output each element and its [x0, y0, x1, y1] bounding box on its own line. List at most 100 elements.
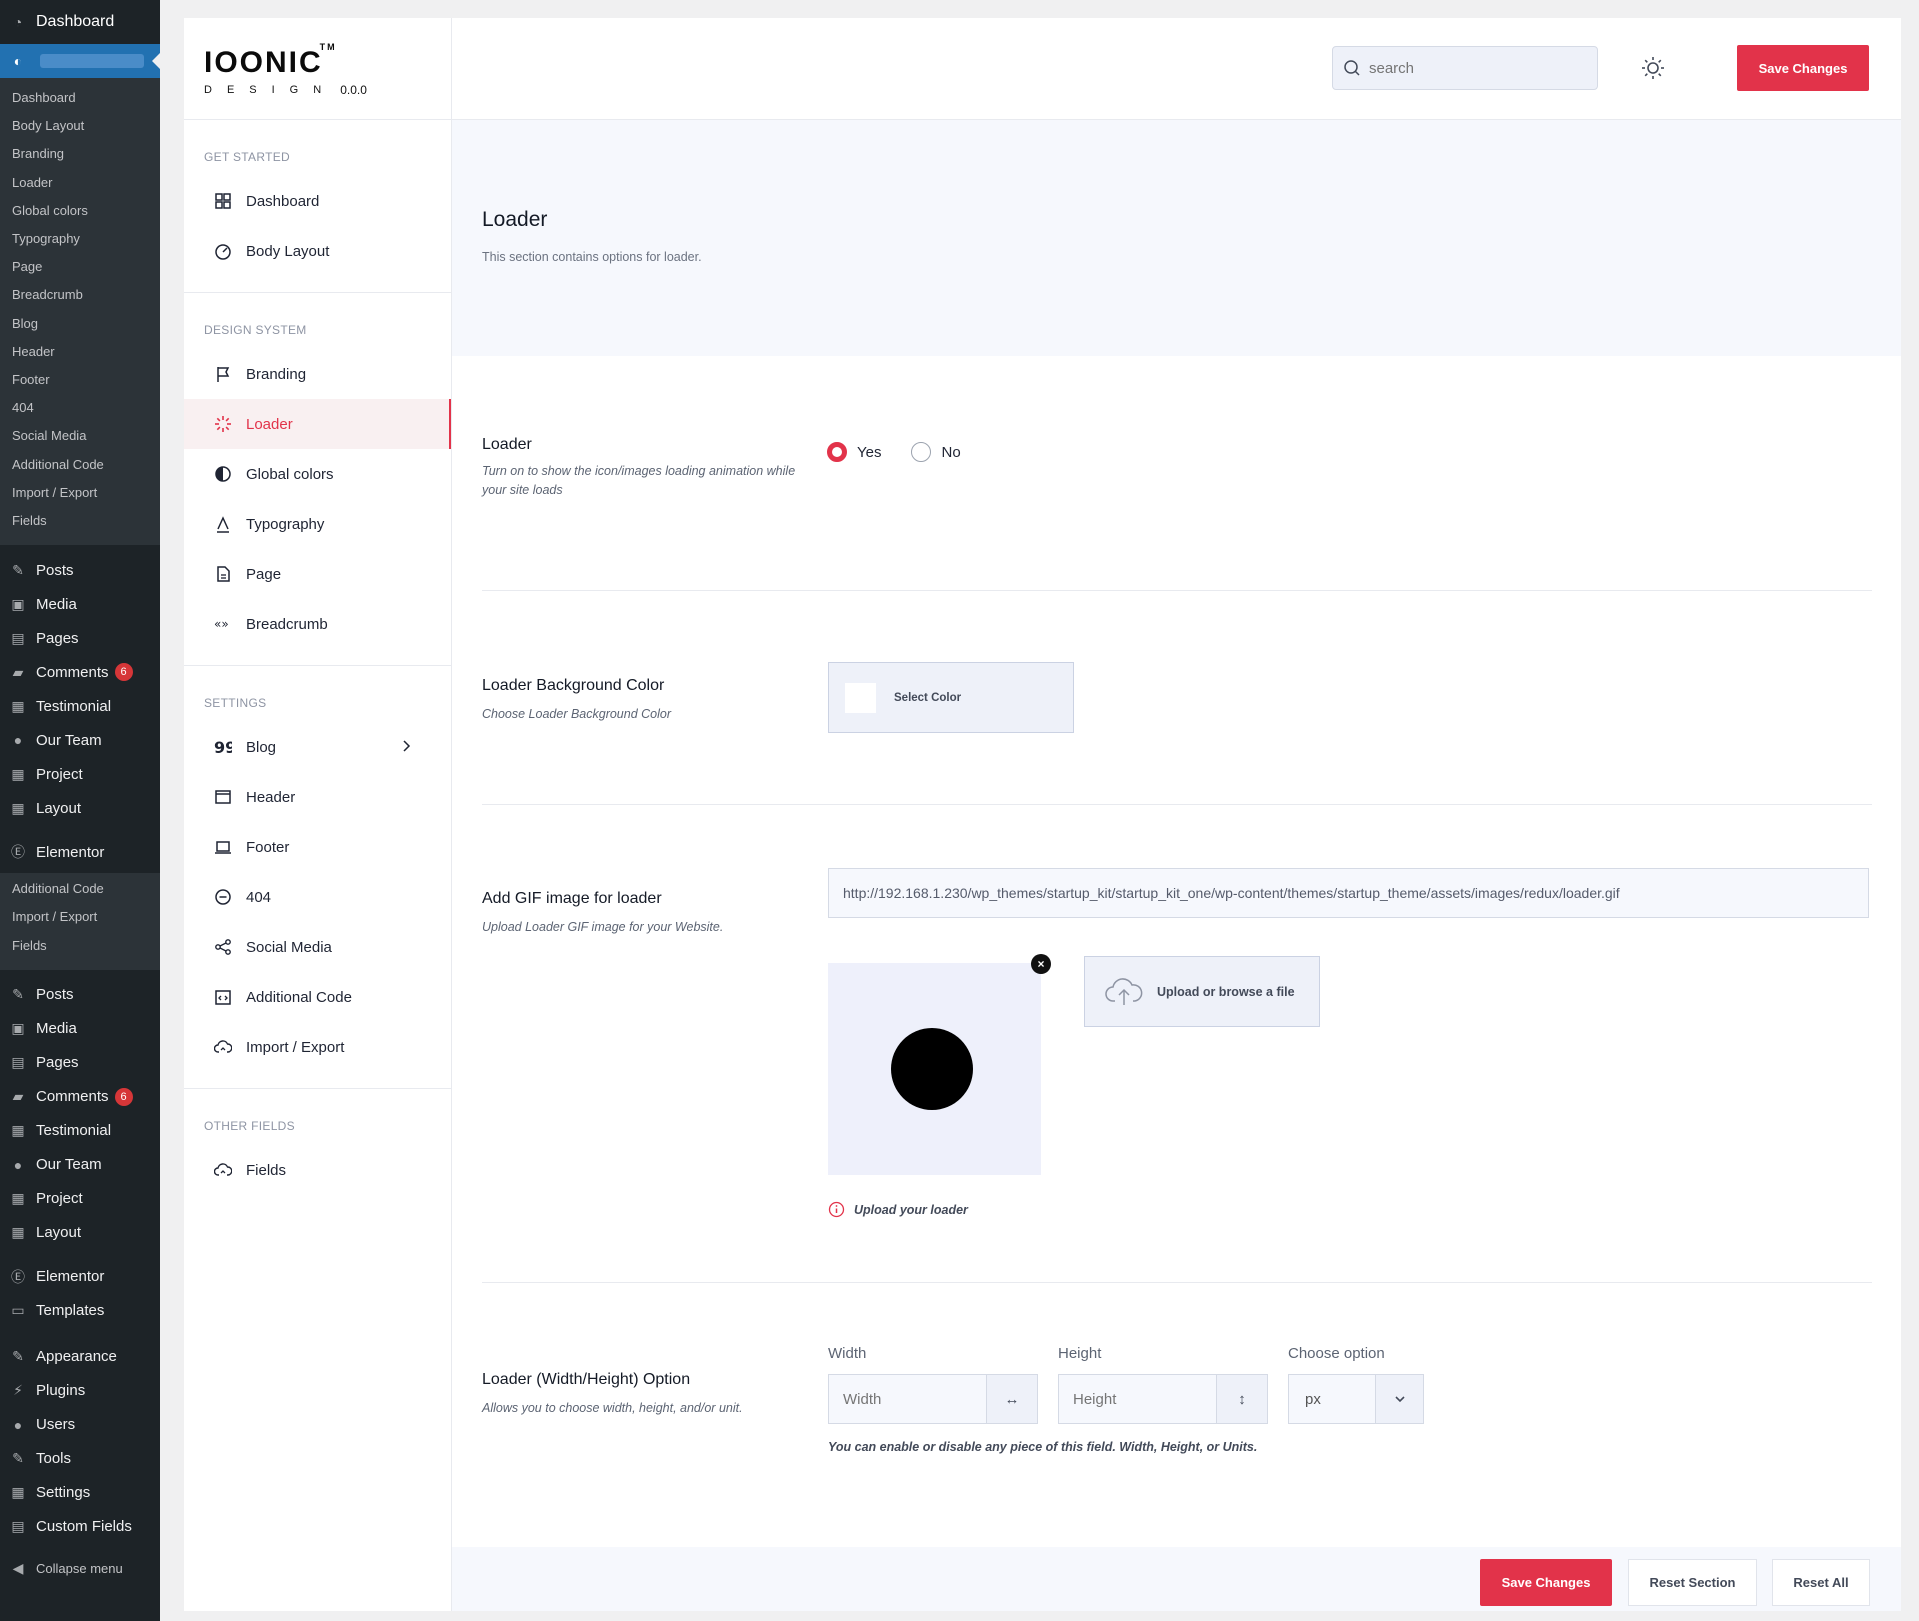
nav-item[interactable]: Branding: [184, 349, 451, 399]
wp-menu-label: Our Team: [36, 731, 102, 749]
wp-submenu-item[interactable]: Import / Export: [0, 903, 160, 931]
nav-item-label: Header: [246, 788, 296, 806]
wp-submenu-item[interactable]: 404: [0, 394, 160, 422]
wp-menu-item[interactable]: ▦ Testimonial: [0, 689, 160, 723]
wp-menu-item[interactable]: Ⓔ Elementor: [0, 1260, 160, 1294]
wp-menu-current-theme-options[interactable]: ◐: [0, 44, 160, 78]
wp-menu-item[interactable]: ✎ Tools: [0, 1442, 160, 1476]
wp-submenu-item[interactable]: Body Layout: [0, 112, 160, 140]
nav-item[interactable]: Footer: [184, 822, 451, 872]
wp-menu-item[interactable]: ● Our Team: [0, 723, 160, 757]
wp-menu-item[interactable]: ⚡ Plugins: [0, 1374, 160, 1408]
wp-menu-item[interactable]: ▰ Comments 6: [0, 1080, 160, 1114]
wp-menu-item[interactable]: ▦ Project: [0, 1182, 160, 1216]
wp-menu-item[interactable]: ▰ Comments 6: [0, 655, 160, 689]
nav-group: GET STARTED Dashboard Body Layout: [184, 120, 451, 293]
nav-item[interactable]: Loader: [184, 399, 451, 449]
wp-submenu-item[interactable]: Loader: [0, 169, 160, 197]
nav-item[interactable]: Page: [184, 549, 451, 599]
wp-menu-item[interactable]: ▦ Testimonial: [0, 1114, 160, 1148]
nav-item[interactable]: Import / Export: [184, 1022, 451, 1072]
theme-toggle-button[interactable]: [1639, 54, 1667, 82]
select-color-button[interactable]: Select Color: [828, 662, 1074, 733]
wp-submenu-item[interactable]: Additional Code: [0, 875, 160, 903]
wp-submenu-item[interactable]: Footer: [0, 366, 160, 394]
nav-item[interactable]: Typography: [184, 499, 451, 549]
wp-submenu-item[interactable]: Social Media: [0, 422, 160, 450]
upload-file-button[interactable]: Upload or browse a file: [1084, 956, 1320, 1027]
wp-menu-item[interactable]: ✎ Posts: [0, 978, 160, 1012]
nav-item[interactable]: 404: [184, 872, 451, 922]
wp-menu-dashboard[interactable]: ◔ Dashboard: [0, 0, 160, 44]
radio-yes-indicator[interactable]: [827, 442, 847, 462]
radio-no-indicator[interactable]: [911, 442, 932, 462]
wp-menu-item[interactable]: ▤ Pages: [0, 621, 160, 655]
wp-submenu-item[interactable]: Fields: [0, 507, 160, 535]
wp-menu-label: Comments: [36, 663, 109, 681]
nav-item[interactable]: Body Layout: [184, 226, 451, 276]
wp-submenu-item[interactable]: Branding: [0, 140, 160, 168]
wp-menu-item[interactable]: ▦ Layout: [0, 791, 160, 825]
wp-submenu-item[interactable]: Typography: [0, 225, 160, 253]
unit-control: Choose option px: [1288, 1345, 1424, 1424]
wp-menu-item[interactable]: ✎ Appearance: [0, 1340, 160, 1374]
wp-menu-item[interactable]: ▣ Media: [0, 1012, 160, 1046]
collapse-menu-button[interactable]: ◀ Collapse menu: [0, 1552, 160, 1586]
nav-item[interactable]: Header: [184, 772, 451, 822]
wp-submenu-item[interactable]: Breadcrumb: [0, 281, 160, 309]
wp-submenu-item[interactable]: Additional Code: [0, 451, 160, 479]
field-label: Loader: [482, 436, 532, 453]
wp-menu-item[interactable]: Ⓔ Elementor: [0, 835, 160, 869]
reset-all-button[interactable]: Reset All: [1772, 1559, 1870, 1606]
section-content: Loader This section contains options for…: [452, 120, 1901, 1611]
wp-menu-label: Elementor: [36, 1268, 105, 1286]
wp-menu-item[interactable]: ▦ Layout: [0, 1216, 160, 1250]
options-panel: IOONIC TM DESIGN 0.0.0 Save Changes GET …: [184, 18, 1901, 1611]
wp-submenu-item[interactable]: Import / Export: [0, 479, 160, 507]
wp-menu-item[interactable]: ▦ Project: [0, 757, 160, 791]
search-input[interactable]: [1369, 59, 1569, 77]
nav-item-label: Additional Code: [246, 988, 352, 1006]
gauge-icon: [214, 242, 232, 260]
nav-group: OTHER FIELDS Fields: [184, 1089, 451, 1211]
wp-submenu-item[interactable]: Page: [0, 253, 160, 281]
info-icon: [828, 1201, 845, 1218]
remove-image-button[interactable]: ×: [1031, 954, 1051, 974]
nav-item[interactable]: Social Media: [184, 922, 451, 972]
reset-section-button[interactable]: Reset Section: [1628, 1559, 1757, 1606]
nav-item[interactable]: Dashboard: [184, 176, 451, 226]
search-box[interactable]: [1332, 46, 1598, 90]
wp-submenu-item[interactable]: Dashboard: [0, 84, 160, 112]
width-input[interactable]: [829, 1375, 986, 1423]
nav-item[interactable]: «» Breadcrumb: [184, 599, 451, 649]
wp-menu-item[interactable]: ▭ Templates: [0, 1294, 160, 1328]
unit-select[interactable]: px: [1288, 1374, 1424, 1424]
wp-submenu-item[interactable]: Header: [0, 338, 160, 366]
footer-actions: Save Changes Reset Section Reset All: [452, 1547, 1901, 1611]
settings-icon: ▦: [11, 1484, 25, 1501]
wp-menu-item[interactable]: ▣ Media: [0, 587, 160, 621]
wp-menu-item[interactable]: ● Users: [0, 1408, 160, 1442]
height-input[interactable]: [1059, 1375, 1216, 1423]
wp-menu-label: Custom Fields: [36, 1518, 132, 1536]
nav-item[interactable]: Additional Code: [184, 972, 451, 1022]
wp-submenu-item[interactable]: Blog: [0, 310, 160, 338]
wp-submenu-item[interactable]: Global colors: [0, 197, 160, 225]
wp-menu-item[interactable]: ✎ Posts: [0, 553, 160, 587]
save-changes-button[interactable]: Save Changes: [1737, 45, 1869, 91]
nav-item[interactable]: Fields: [184, 1145, 451, 1195]
radio-no[interactable]: No: [911, 442, 961, 462]
radio-yes[interactable]: Yes: [827, 442, 881, 462]
wp-menu-item[interactable]: ● Our Team: [0, 1148, 160, 1182]
wp-menu-item[interactable]: ▦ Settings: [0, 1476, 160, 1510]
wp-menu-item[interactable]: ▤ Custom Fields: [0, 1510, 160, 1544]
comments-icon: ▰: [12, 1088, 24, 1105]
wp-submenu-item[interactable]: Fields: [0, 932, 160, 960]
nav-item[interactable]: Global colors: [184, 449, 451, 499]
flag-icon: [214, 365, 232, 383]
wp-menu-item[interactable]: ▤ Pages: [0, 1046, 160, 1080]
top-bar: IOONIC TM DESIGN 0.0.0 Save Changes: [184, 18, 1901, 120]
gif-url-field[interactable]: http://192.168.1.230/wp_themes/startup_k…: [828, 868, 1869, 918]
nav-item[interactable]: 99 Blog: [184, 722, 451, 772]
footer-save-changes-button[interactable]: Save Changes: [1480, 1559, 1612, 1606]
